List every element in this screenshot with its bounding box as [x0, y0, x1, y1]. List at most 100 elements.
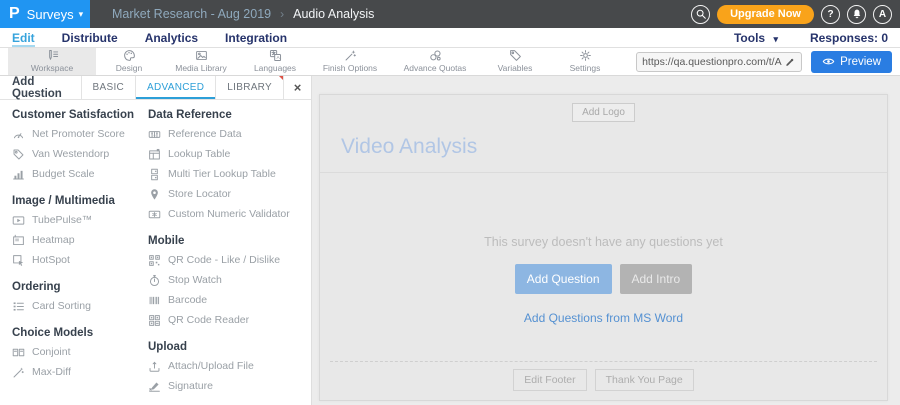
tools-menu[interactable]: Tools ▾	[734, 31, 778, 45]
top-navbar: P Surveys ▾ Market Research - Aug 2019 ›…	[0, 0, 900, 28]
nav-tab-integration[interactable]: Integration	[225, 30, 287, 45]
survey-canvas-background: Add Logo Video Analysis This survey does…	[312, 76, 900, 405]
survey-url-text: https://qa.questionpro.com/t/APNrfZf3j	[642, 55, 782, 68]
question-type-lookup-table[interactable]: Lookup Table	[148, 144, 307, 164]
survey-url-field[interactable]: https://qa.questionpro.com/t/APNrfZf3j	[636, 51, 803, 72]
toolbar-label: Languages	[253, 63, 297, 73]
sortable-list-icon	[13, 301, 24, 311]
question-type-heatmap[interactable]: Heatmap	[12, 230, 148, 250]
notification-flag-icon	[279, 76, 283, 80]
question-type-budget-scale[interactable]: Budget Scale	[12, 164, 148, 184]
editor-toolbar: Workspace Design Media Library A Languag…	[0, 48, 900, 76]
question-type-conjoint[interactable]: Conjoint	[12, 342, 148, 362]
item-label: Lookup Table	[168, 148, 231, 160]
toolbar-item-finish-options[interactable]: Finish Options	[310, 48, 390, 75]
toolbar-item-workspace[interactable]: Workspace	[8, 48, 96, 75]
breadcrumb-folder[interactable]: Market Research - Aug 2019	[112, 7, 271, 21]
empty-survey-actions: Add Question Add Intro	[514, 264, 693, 294]
paired-cards-icon	[12, 348, 25, 356]
breadcrumb-survey-name[interactable]: Audio Analysis	[293, 7, 374, 21]
map-pin-icon	[151, 188, 158, 200]
item-label: Reference Data	[168, 128, 242, 140]
search-button[interactable]	[691, 4, 711, 24]
breadcrumb: Market Research - Aug 2019 › Audio Analy…	[112, 7, 374, 21]
question-type-reference-data[interactable]: Reference Data	[148, 124, 307, 144]
add-logo-button[interactable]: Add Logo	[572, 103, 635, 122]
question-type-custom-numeric-validator[interactable]: Custom Numeric Validator	[148, 204, 307, 224]
toolbar-label: Finish Options	[322, 63, 378, 73]
add-intro-button[interactable]: Add Intro	[619, 264, 693, 294]
design-palette-icon	[123, 50, 135, 61]
tab-basic[interactable]: BASIC	[80, 76, 136, 99]
add-question-panel: Add Question BASIC ADVANCED LIBRARY × Cu…	[0, 76, 312, 405]
add-question-button[interactable]: Add Question	[514, 264, 612, 294]
question-type-stop-watch[interactable]: Stop Watch	[148, 270, 307, 290]
abacus-icon	[148, 130, 161, 138]
question-type-store-locator[interactable]: Store Locator	[148, 184, 307, 204]
survey-title[interactable]: Video Analysis	[320, 122, 887, 173]
settings-gear-icon	[579, 50, 591, 61]
section-heading: Mobile	[148, 235, 185, 247]
section-heading: Upload	[148, 341, 187, 353]
gauge-icon	[13, 132, 24, 138]
question-type-net-promoter-score[interactable]: Net Promoter Score	[12, 124, 148, 144]
question-type-qr-code-like-dislike[interactable]: QR Code - Like / Dislike	[148, 250, 307, 270]
close-panel-button[interactable]: ×	[283, 76, 311, 99]
nav-tab-distribute[interactable]: Distribute	[62, 30, 118, 45]
empty-survey-message: This survey doesn't have any questions y…	[484, 235, 723, 249]
languages-icon: A	[269, 49, 281, 61]
tab-advanced[interactable]: ADVANCED	[135, 76, 215, 99]
question-type-van-westendorp[interactable]: Van Westendorp	[12, 144, 148, 164]
workspace-icon	[48, 49, 58, 60]
toolbar-item-advance-quotas[interactable]: Advance Quotas	[390, 48, 480, 75]
question-type-hotspot[interactable]: HotSpot	[12, 250, 148, 270]
question-type-barcode[interactable]: Barcode	[148, 290, 307, 310]
edit-footer-button[interactable]: Edit Footer	[513, 369, 587, 391]
advance-quotas-icon	[429, 50, 441, 61]
tab-library[interactable]: LIBRARY	[215, 76, 283, 99]
add-questions-from-ms-word-link[interactable]: Add Questions from MS Word	[524, 311, 683, 325]
survey-page-footer: Edit Footer Thank You Page	[330, 361, 877, 400]
question-type-max-diff[interactable]: Max-Diff	[12, 362, 148, 382]
item-label: Store Locator	[168, 188, 232, 200]
lookup-table-icon	[149, 148, 160, 159]
question-type-multi-tier-lookup-table[interactable]: Multi Tier Lookup Table	[148, 164, 307, 184]
toolbar-item-languages[interactable]: A Languages	[240, 48, 310, 75]
item-label: Attach/Upload File	[168, 360, 254, 372]
notifications-button[interactable]	[847, 4, 866, 24]
question-mark-icon: ?	[827, 8, 834, 20]
nav-tab-analytics[interactable]: Analytics	[145, 30, 198, 45]
video-icon	[12, 215, 25, 225]
bar-chart-icon	[13, 170, 24, 179]
upgrade-now-button[interactable]: Upgrade Now	[717, 4, 814, 24]
question-type-list: Customer Satisfaction Net Promoter Score…	[0, 100, 311, 405]
item-label: Custom Numeric Validator	[168, 208, 290, 220]
question-type-card-sorting[interactable]: Card Sorting	[12, 296, 148, 316]
question-type-tubepulse[interactable]: TubePulse™	[12, 210, 148, 230]
toolbar-item-design[interactable]: Design	[96, 48, 162, 75]
item-label: QR Code Reader	[168, 314, 250, 326]
qr-code-icon	[149, 254, 160, 266]
question-type-qr-code-reader[interactable]: QR Code Reader	[148, 310, 307, 330]
surveys-product-menu[interactable]: P Surveys ▾	[0, 0, 90, 28]
thank-you-page-button[interactable]: Thank You Page	[594, 369, 694, 391]
section-heading: Ordering	[12, 281, 61, 293]
responses-count[interactable]: Responses: 0	[810, 31, 888, 45]
toolbar-label: Workspace	[30, 63, 74, 73]
section-heading: Customer Satisfaction	[12, 109, 135, 121]
price-tag-icon	[13, 149, 24, 159]
nav-tab-edit[interactable]: Edit	[12, 30, 35, 45]
stopwatch-icon	[149, 274, 160, 286]
account-avatar[interactable]: A	[873, 4, 892, 24]
barcode-icon	[149, 296, 160, 304]
help-button[interactable]: ?	[821, 4, 840, 24]
toolbar-item-settings[interactable]: Settings	[550, 48, 620, 75]
question-type-attach-upload-file[interactable]: Attach/Upload File	[148, 356, 307, 376]
toolbar-item-variables[interactable]: Variables	[480, 48, 550, 75]
preview-button[interactable]: Preview	[811, 50, 892, 73]
media-library-icon	[195, 50, 207, 61]
edit-pencil-icon[interactable]	[785, 56, 796, 67]
question-type-signature[interactable]: Signature	[148, 376, 307, 396]
item-label: Conjoint	[32, 346, 71, 358]
toolbar-item-media-library[interactable]: Media Library	[162, 48, 240, 75]
